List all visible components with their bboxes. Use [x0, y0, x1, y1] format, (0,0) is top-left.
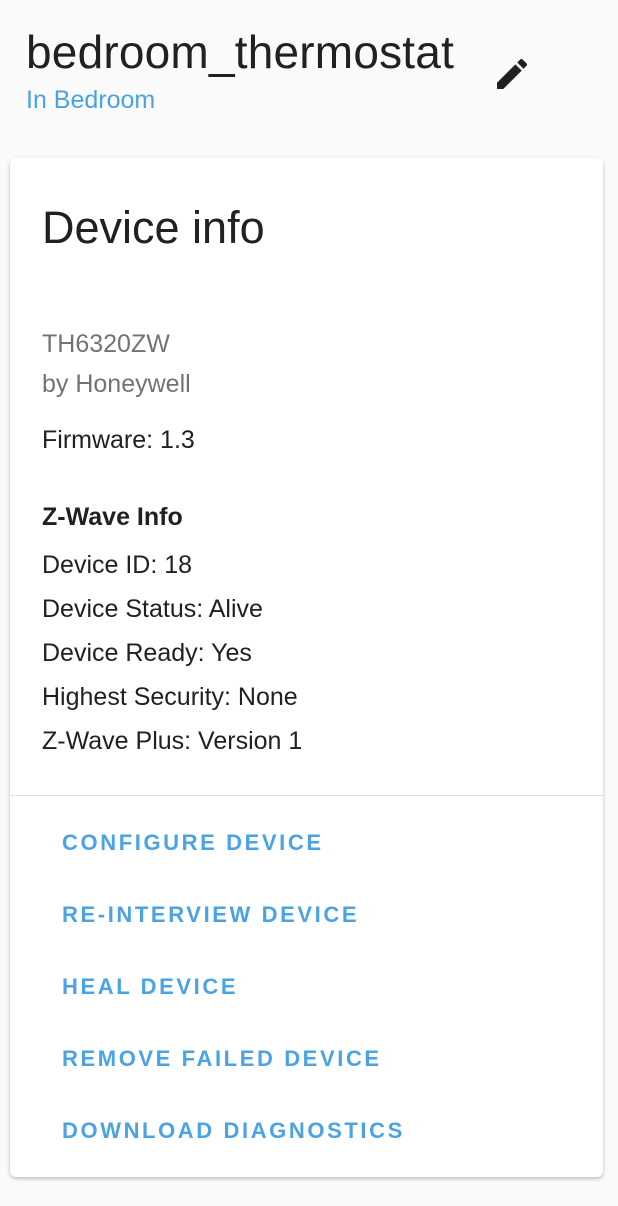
card-title: Device info [42, 202, 265, 253]
zwave-info-heading: Z-Wave Info [42, 503, 183, 531]
device-info-card: Device info TH6320ZW by Honeywell Firmwa… [10, 158, 603, 1177]
zwave-plus-version: Z-Wave Plus: Version 1 [42, 727, 303, 755]
card-divider [10, 795, 603, 796]
device-page: bedroom_thermostat In Bedroom Device inf… [0, 0, 618, 1206]
firmware-text: Firmware: 1.3 [42, 426, 195, 454]
zwave-highest-security: Highest Security: None [42, 683, 298, 711]
download-diagnostics-button[interactable]: DOWNLOAD DIAGNOSTICS [62, 1116, 405, 1146]
zwave-device-id: Device ID: 18 [42, 551, 193, 579]
re-interview-device-button[interactable]: RE-INTERVIEW DEVICE [62, 900, 359, 930]
model-text: TH6320ZW [42, 330, 170, 358]
zwave-device-ready: Device Ready: Yes [42, 639, 252, 667]
manufacturer-text: by Honeywell [42, 370, 191, 398]
area-link[interactable]: In Bedroom [26, 84, 155, 116]
configure-device-button[interactable]: CONFIGURE DEVICE [62, 828, 324, 858]
remove-failed-device-button[interactable]: REMOVE FAILED DEVICE [62, 1044, 382, 1074]
zwave-device-status: Device Status: Alive [42, 595, 263, 623]
heal-device-button[interactable]: HEAL DEVICE [62, 972, 238, 1002]
pencil-icon [497, 58, 528, 89]
edit-device-button[interactable] [485, 47, 539, 101]
